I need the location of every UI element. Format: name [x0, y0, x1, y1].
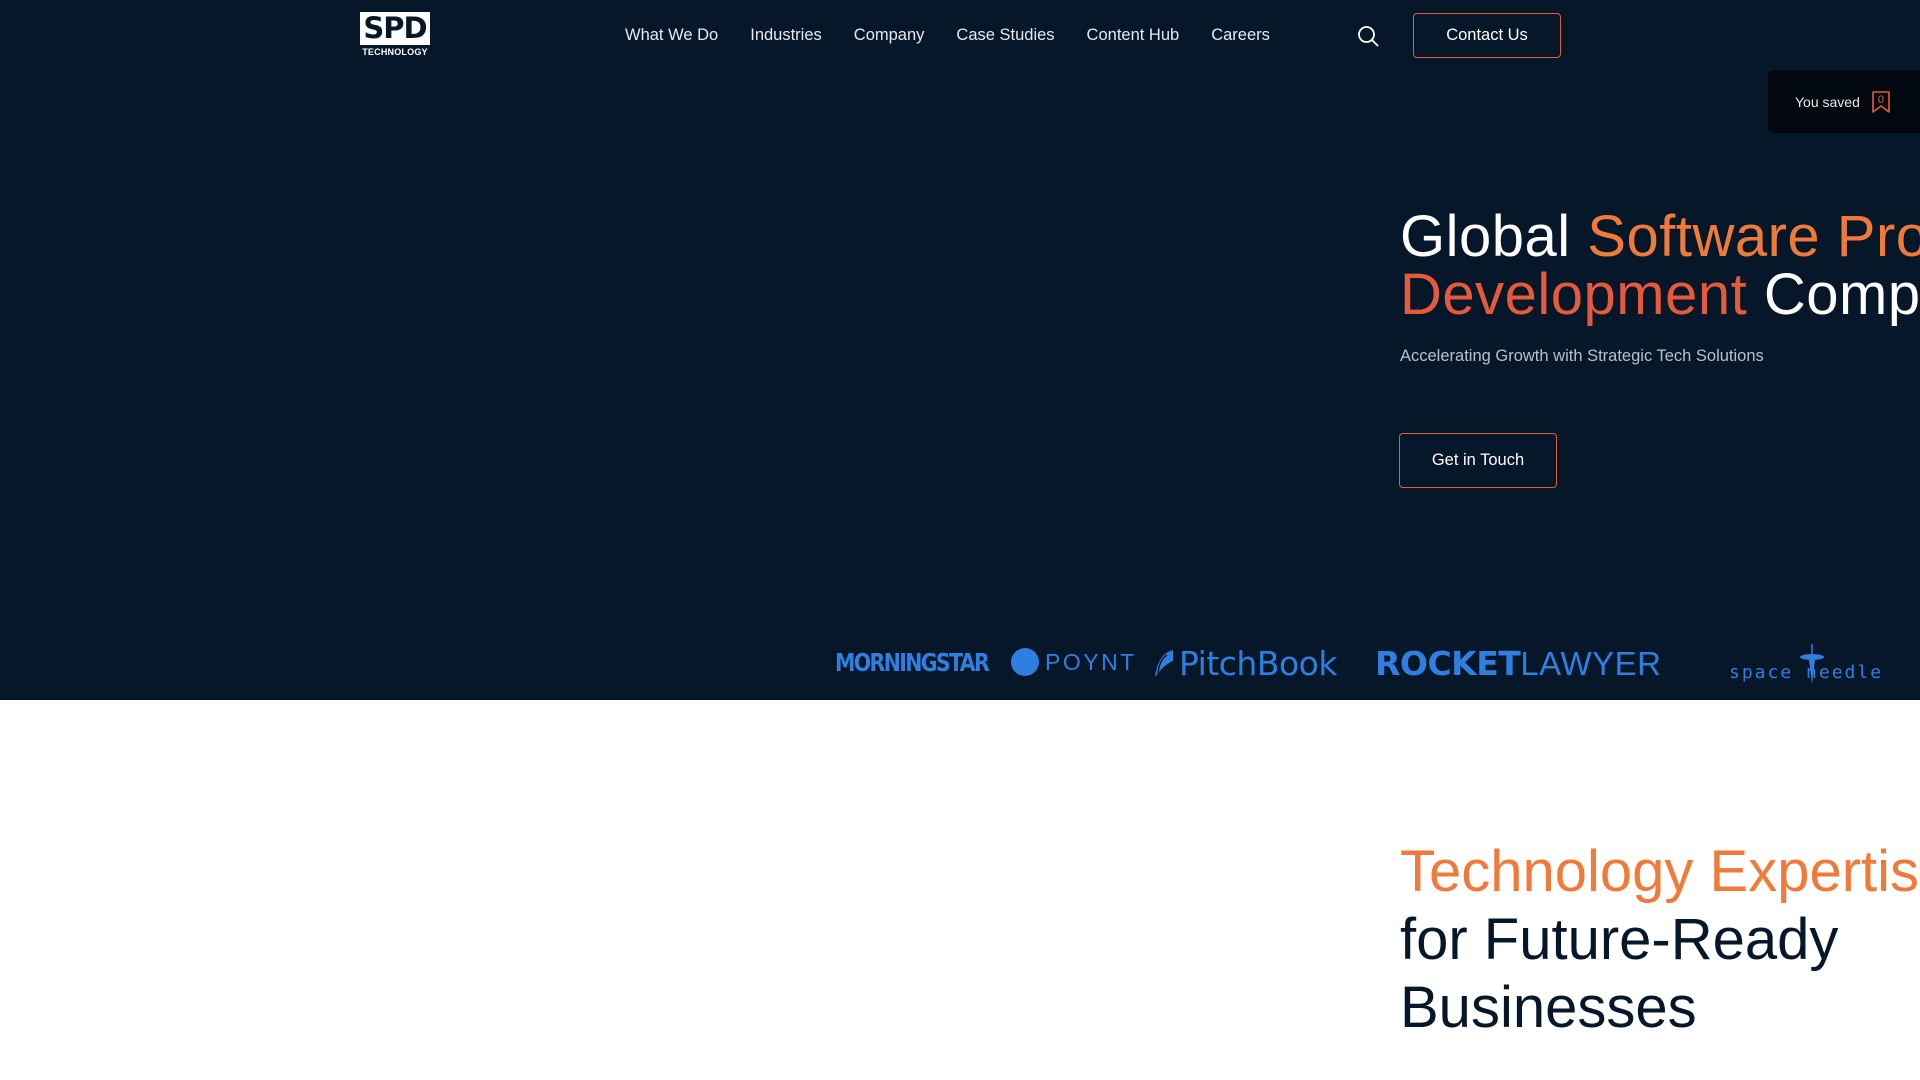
space-needle-wordmark: space needle	[1729, 662, 1884, 683]
nav-industries[interactable]: Industries	[750, 26, 822, 45]
site-header: SPD TECHNOLOGY What We Do Industries Com…	[0, 0, 1920, 70]
nav-company[interactable]: Company	[854, 26, 925, 45]
saved-panel[interactable]: You saved 0	[1768, 70, 1920, 133]
section-title-line2: for Future-Ready	[1400, 907, 1839, 972]
nav-what-we-do[interactable]: What We Do	[625, 26, 718, 45]
hero-title-global: Global	[1400, 204, 1588, 269]
space-needle-logo: space needle	[1729, 644, 1899, 684]
saved-label: You saved	[1795, 93, 1860, 110]
nav-case-studies[interactable]: Case Studies	[956, 26, 1054, 45]
nav-content-hub[interactable]: Content Hub	[1087, 26, 1180, 45]
bookmark-icon: 0	[1870, 90, 1892, 114]
hero-subtitle: Accelerating Growth with Strategic Tech …	[1400, 347, 1764, 365]
rocketlawyer-logo: ROCKETLAWYER	[1375, 644, 1661, 683]
saved-count: 0	[1877, 93, 1884, 106]
nav-careers[interactable]: Careers	[1211, 26, 1270, 45]
section-title: Technology Expertis for Future-Ready Bus…	[1400, 838, 1919, 1042]
pitchbook-mark-icon	[1155, 649, 1173, 677]
hero-title-development: Development	[1400, 262, 1748, 327]
poynt-logo: POYNT	[1011, 648, 1137, 676]
hero-title: Global Software Prod Development Compa	[1400, 208, 1920, 324]
client-logos: MORNINGSTAR POYNT PitchBook ROCKETLAWYER…	[835, 640, 1920, 684]
get-in-touch-button[interactable]: Get in Touch	[1399, 433, 1557, 488]
logo-mark: SPD	[360, 12, 430, 45]
section-title-line3: Businesses	[1400, 975, 1697, 1040]
contact-us-button[interactable]: Contact Us	[1413, 13, 1561, 58]
search-icon	[1358, 26, 1379, 47]
poynt-mark-icon	[1011, 648, 1039, 676]
spd-logo[interactable]: SPD TECHNOLOGY	[360, 12, 430, 58]
logo-subtitle: TECHNOLOGY	[362, 47, 428, 57]
hero-title-company: Compa	[1763, 262, 1920, 327]
pitchbook-wordmark: PitchBook	[1179, 644, 1337, 683]
main-nav: What We Do Industries Company Case Studi…	[625, 0, 1270, 70]
section-title-technology: Technology Expertis	[1400, 839, 1920, 904]
morningstar-logo: MORNINGSTAR	[835, 648, 990, 677]
rocketlawyer-bold: ROCKET	[1375, 644, 1521, 683]
hero-title-software: Software Prod	[1587, 204, 1920, 269]
search-button[interactable]	[1356, 24, 1380, 48]
poynt-wordmark: POYNT	[1045, 648, 1137, 675]
hero-section: SPD TECHNOLOGY What We Do Industries Com…	[0, 0, 1920, 700]
rocketlawyer-light: LAWYER	[1520, 645, 1662, 682]
pitchbook-logo: PitchBook	[1153, 644, 1337, 683]
